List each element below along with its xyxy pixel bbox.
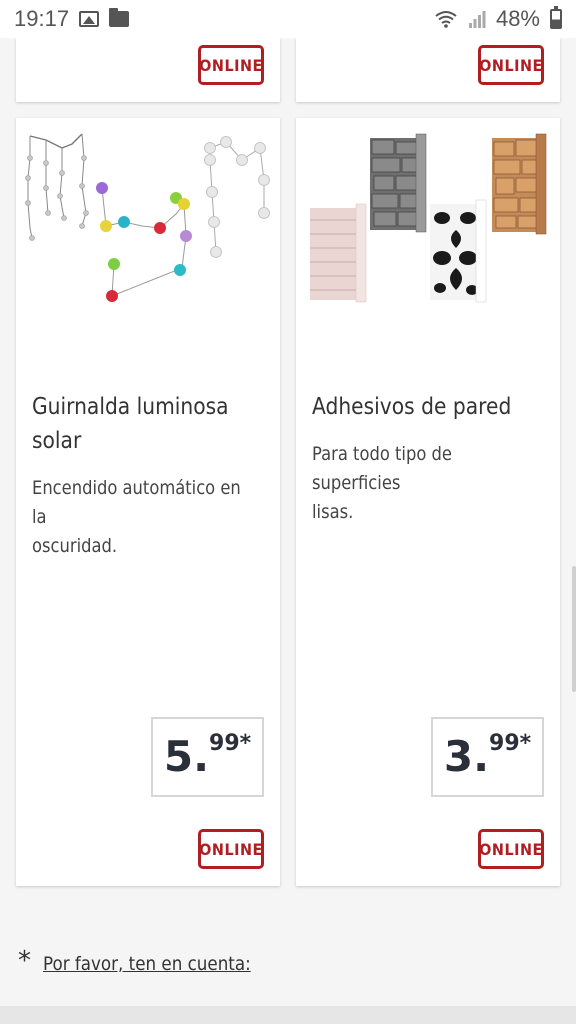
online-badge: ONLINE [478,45,544,85]
price-cents: 99* [209,731,252,756]
price-box: 5. 99* [151,717,264,797]
please-note-link[interactable]: Por favor, ten en cuenta: [43,953,251,975]
footer-note: * Por favor, ten en cuenta: [18,946,279,976]
status-time: 19:17 [14,6,70,31]
status-left: 19:17 [14,6,130,32]
online-badge: ONLINE [478,829,544,869]
status-bar: 19:17 48% [0,0,576,38]
product-card-top-right[interactable]: ONLINE [296,38,560,102]
asterisk-marker: * [18,946,31,976]
product-description-line: Para todo tipo de superficies [312,443,452,494]
product-title-line: Guirnalda luminosa [32,394,229,420]
product-description: Para todo tipo de superficies lisas. [312,440,539,527]
string-lights-image [25,133,270,302]
product-description-line: lisas. [312,501,354,523]
product-card-top-left[interactable]: ONLINE [16,38,280,102]
folder-notification-icon [109,8,130,27]
signal-icon [468,11,486,28]
wallpaper-rolls-image [310,133,547,303]
product-card-guirnalda[interactable]: Guirnalda luminosa solar Encendido autom… [16,118,280,886]
online-badge: ONLINE [198,829,264,869]
battery-percentage: 48% [495,6,540,31]
product-title: Guirnalda luminosa solar [32,390,264,458]
status-right: 48% [434,6,562,32]
product-title: Adhesivos de pared [312,390,544,424]
product-title-line: solar [32,428,82,454]
gallery-notification-icon [79,11,100,27]
scrollbar[interactable] [572,566,576,692]
online-badge: ONLINE [198,45,264,85]
price-box: 3. 99* [431,717,544,797]
product-description-line: Encendido automático en la [32,477,241,528]
product-card-adhesivos[interactable]: Adhesivos de pared Para todo tipo de sup… [296,118,560,886]
battery-icon [550,6,562,29]
product-description-line: oscuridad. [32,535,118,557]
wifi-icon [435,11,457,28]
product-title-line: Adhesivos de pared [312,394,512,420]
price-main: 5. [163,732,210,781]
bottom-strip [0,1006,576,1024]
price-cents: 99* [489,731,532,756]
product-description: Encendido automático en la oscuridad. [32,474,259,561]
price-main: 3. [443,732,490,781]
